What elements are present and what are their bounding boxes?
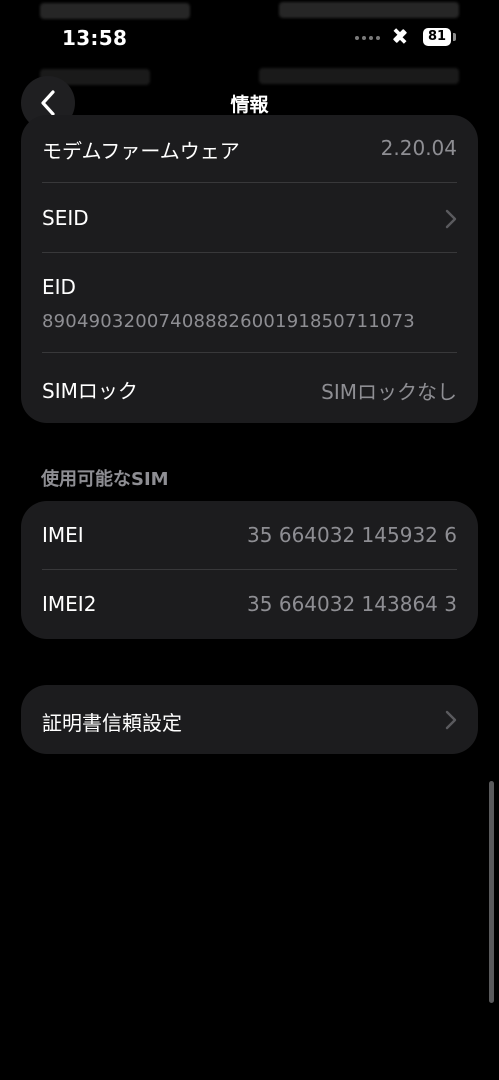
cert-trust-label: 証明書信頼設定 [42, 711, 182, 735]
scrollbar[interactable] [489, 781, 494, 1003]
section-header-available-sim: 使用可能なSIM [41, 469, 169, 490]
sim-lock-value: SIMロックなし [321, 380, 457, 404]
cert-trust-row[interactable]: 証明書信頼設定 [42, 685, 457, 754]
sim-lock-label: SIMロック [42, 379, 138, 403]
cert-trust-group: 証明書信頼設定 [21, 685, 478, 754]
cellular-signal-icon [355, 36, 380, 40]
battery-tip [453, 33, 456, 41]
imei2-label: IMEI2 [42, 592, 97, 616]
seid-row[interactable]: SEID [42, 183, 457, 253]
eid-label: EID [42, 275, 76, 299]
modem-firmware-row: モデムファームウェア 2.20.04 [42, 115, 457, 183]
imei-label: IMEI [42, 523, 84, 547]
eid-value: 89049032007408882600191850711073 [42, 311, 415, 332]
chevron-right-icon [445, 710, 457, 730]
imei-value: 35 664032 145932 6 [247, 523, 457, 547]
modem-firmware-label: モデムファームウェア [42, 139, 240, 163]
seid-label: SEID [42, 206, 89, 230]
battery-icon: 81 [423, 28, 451, 46]
page-title: 情報 [230, 94, 269, 116]
imei-row: IMEI 35 664032 145932 6 [42, 501, 457, 570]
eid-row: EID 89049032007408882600191850711073 [42, 253, 457, 353]
info-group: モデムファームウェア 2.20.04 SEID EID 890490320074… [21, 115, 478, 423]
status-time: 13:58 [62, 26, 128, 50]
imei2-value: 35 664032 143864 3 [247, 592, 457, 616]
chevron-right-icon [445, 209, 457, 229]
sim-lock-row: SIMロック SIMロックなし [42, 353, 457, 423]
imei2-row: IMEI2 35 664032 143864 3 [42, 570, 457, 639]
modem-firmware-value: 2.20.04 [380, 136, 457, 160]
sim-group: IMEI 35 664032 145932 6 IMEI2 35 664032 … [21, 501, 478, 639]
satellite-icon [393, 28, 407, 44]
ghost-row-wifi [40, 2, 459, 24]
